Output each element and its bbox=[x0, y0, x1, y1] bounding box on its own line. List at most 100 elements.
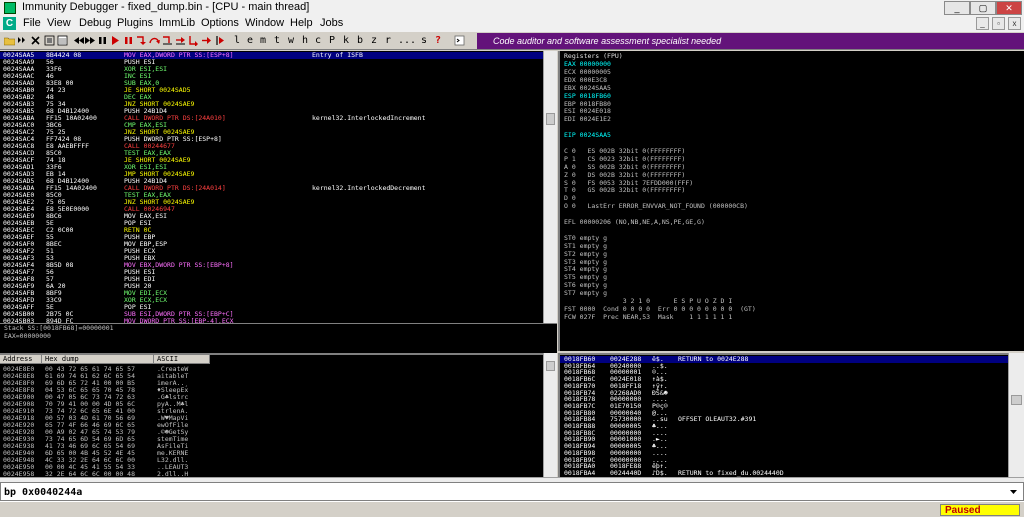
disasm-row[interactable]: 0024SAC0 3BC6 CMP EAX,ESI bbox=[0, 122, 543, 129]
disasm-row[interactable]: 0024SAA9 56 PUSH ESI bbox=[0, 59, 543, 66]
register-line[interactable]: C 0 ES 002B 32bit 0(FFFFFFFF) bbox=[564, 148, 685, 155]
disasm-row[interactable]: 0024SAA5 8B4424 08 MOV EAX,DWORD PTR SS:[E… bbox=[0, 52, 543, 59]
register-line[interactable]: FCW 027F Prec NEAR,53 Mask 1 1 1 1 1 1 bbox=[564, 314, 732, 321]
dump-scrollbar[interactable] bbox=[543, 353, 557, 477]
disasm-row[interactable]: 0024SAE0 85C0 TEST EAX,EAX bbox=[0, 192, 543, 199]
restart-icon[interactable] bbox=[17, 35, 28, 46]
register-line[interactable]: EBP 0018FB80 bbox=[564, 100, 611, 107]
register-line[interactable]: EDI 0024E1E2 bbox=[564, 116, 611, 123]
register-line[interactable]: T 0 GS 002B 32bit 0(FFFFFFFF) bbox=[564, 187, 685, 194]
registers-pane[interactable]: Registers (FPU) EAX 00000000 ECX 00000005… bbox=[558, 51, 1024, 351]
disasm-row[interactable]: 0024SAE4 E8 5E0E0000 CALL 00246947 bbox=[0, 206, 543, 213]
register-line[interactable]: A 0 SS 002B 32bit 0(FFFFFFFF) bbox=[564, 163, 685, 170]
chevron-down-icon[interactable] bbox=[1009, 488, 1018, 497]
register-line[interactable]: Z 0 DS 002B 32bit 0(FFFFFFFF) bbox=[564, 171, 685, 178]
register-line[interactable]: ST6 empty g bbox=[564, 282, 607, 289]
disasm-row[interactable]: 0024SAB0 74 23 JE SHORT 0024SAD5 bbox=[0, 87, 543, 94]
disassembly-pane[interactable]: 0024SAA5 8B4424 08 MOV EAX,DWORD PTR SS:[E… bbox=[0, 51, 543, 323]
disasm-row[interactable]: 0024SB00 2B75 0C SUB ESI,DWORD PTR SS:[EBP… bbox=[0, 311, 543, 318]
toolbar-callstack-button[interactable]: k bbox=[341, 34, 351, 48]
command-input[interactable] bbox=[4, 485, 999, 499]
toolbar-references-button[interactable]: r bbox=[383, 34, 393, 48]
disasm-row[interactable]: 0024SAC2 75 25 JNZ SHORT 0024SAE9 bbox=[0, 129, 543, 136]
register-line[interactable]: EBX 0024SAA5 bbox=[564, 84, 611, 91]
register-line[interactable]: D 0 bbox=[564, 195, 576, 202]
register-line[interactable]: FST 0000 Cond 0 0 0 0 Err 0 0 0 0 0 0 0 … bbox=[564, 306, 756, 313]
toolbar-modules-button[interactable]: e bbox=[245, 34, 255, 48]
mdi-close-button[interactable]: x bbox=[1008, 17, 1021, 30]
stack-scrollbar[interactable] bbox=[1008, 353, 1024, 477]
register-line[interactable]: ST1 empty g bbox=[564, 242, 607, 249]
register-line[interactable]: O 0 LastErr ERROR_ENVVAR_NOT_FOUND (0000… bbox=[564, 203, 748, 210]
toolbar-threads-button[interactable]: t bbox=[272, 34, 282, 48]
cpu-window-icon[interactable]: C bbox=[3, 17, 16, 30]
toolbar-breakpoints-button[interactable]: b bbox=[355, 34, 365, 48]
register-line[interactable]: ST2 empty g bbox=[564, 250, 607, 257]
disasm-row[interactable]: 0024SAF8 57 PUSH EDI bbox=[0, 276, 543, 283]
hex-dump-pane[interactable]: Address Hex dump ASCII 0024E8E0 00 43 72 … bbox=[0, 353, 543, 477]
register-line[interactable]: ECX 00000005 bbox=[564, 69, 611, 76]
menu-view[interactable]: View bbox=[47, 17, 71, 29]
disasm-row[interactable]: 0024SAF3 53 PUSH EBX bbox=[0, 255, 543, 262]
register-line[interactable]: ST4 empty g bbox=[564, 266, 607, 273]
disasm-row[interactable]: 0024SAEC C2 0C00 RETN 0C bbox=[0, 227, 543, 234]
menu-immlib[interactable]: ImmLib bbox=[159, 17, 195, 29]
register-line[interactable]: 3 2 1 0 E S P U O Z D I bbox=[564, 298, 733, 305]
dump-scroll-thumb[interactable] bbox=[546, 361, 555, 371]
animate-icon[interactable] bbox=[175, 35, 186, 46]
open-folder-icon[interactable] bbox=[4, 35, 15, 46]
stack-row[interactable]: 0018FBA4 0024440D ♪D$. RETURN to fixed_du.0… bbox=[560, 470, 1008, 477]
trace-till-icon[interactable] bbox=[214, 35, 225, 46]
register-line[interactable]: EAX 00000000 bbox=[564, 61, 611, 68]
disasm-row[interactable]: 0024SAF2 51 PUSH ECX bbox=[0, 248, 543, 255]
window-list-icon[interactable] bbox=[57, 35, 68, 46]
disasm-row[interactable]: 0024SAE9 8BC6 MOV EAX,ESI bbox=[0, 213, 543, 220]
disasm-row[interactable]: 0024SAFB 8BF9 MOV EDI,ECX bbox=[0, 290, 543, 297]
execute-till-return-icon[interactable] bbox=[188, 35, 199, 46]
stack-scroll-thumb[interactable] bbox=[1011, 395, 1022, 405]
menu-plugins[interactable]: Plugins bbox=[117, 17, 153, 29]
step-into-icon[interactable] bbox=[136, 35, 147, 46]
toolbar-windows-button[interactable]: w bbox=[286, 34, 296, 48]
dump-header-ascii[interactable]: ASCII bbox=[154, 355, 210, 364]
disasm-row[interactable]: 0024SAF7 56 PUSH ESI bbox=[0, 269, 543, 276]
dump-header-hex[interactable]: Hex dump bbox=[42, 355, 154, 364]
disasm-row[interactable]: 0024SAB2 48 DEC EAX bbox=[0, 94, 543, 101]
register-line[interactable]: P 1 CS 0023 32bit 0(FFFFFFFF) bbox=[564, 156, 685, 163]
toolbar-source-button[interactable]: s bbox=[419, 34, 429, 48]
step-over-icon[interactable] bbox=[149, 35, 160, 46]
toolbar-cpu-button[interactable]: c bbox=[313, 34, 323, 48]
disasm-row[interactable]: 0024SAF4 8B5D 08 MOV EBX,DWORD PTR SS:[EBP… bbox=[0, 262, 543, 269]
menu-options[interactable]: Options bbox=[201, 17, 239, 29]
maximize-button[interactable]: ▢ bbox=[970, 1, 996, 15]
close-program-icon[interactable] bbox=[30, 35, 41, 46]
rewind-icon[interactable] bbox=[73, 35, 84, 46]
disasm-row[interactable]: 0024SAAD 83E8 00 SUB EAX,0 bbox=[0, 80, 543, 87]
run-icon[interactable] bbox=[110, 35, 121, 46]
disasm-row[interactable]: 0024SABA FF15 10A02400 CALL DWORD PTR DS:[… bbox=[0, 115, 543, 122]
register-line[interactable]: EDX 000E3C8 bbox=[564, 77, 607, 84]
stack-pane[interactable]: 0018FB60 0024E288 ê$. RETURN to 0024E288 001… bbox=[558, 353, 1008, 477]
mdi-restore-button[interactable]: ▫ bbox=[992, 17, 1005, 30]
menu-window[interactable]: Window bbox=[245, 17, 284, 29]
disassembly-scrollbar[interactable] bbox=[543, 51, 557, 323]
pause-icon[interactable] bbox=[97, 35, 108, 46]
disasm-row[interactable]: 0024SAD1 33F6 XOR ESI,ESI bbox=[0, 164, 543, 171]
disasm-row[interactable]: 0024SACD 85C0 TEST EAX,EAX bbox=[0, 150, 543, 157]
menu-jobs[interactable]: Jobs bbox=[320, 17, 343, 29]
dump-header-address[interactable]: Address bbox=[0, 355, 42, 364]
toolbar-help-button[interactable]: ? bbox=[433, 34, 443, 48]
disassembly-scroll-thumb[interactable] bbox=[546, 113, 555, 125]
toolbar-log-button[interactable]: l bbox=[232, 34, 242, 48]
minimize-button[interactable]: _ bbox=[944, 1, 970, 15]
trace-over-icon[interactable] bbox=[162, 35, 173, 46]
toolbar-handles-button[interactable]: h bbox=[300, 34, 310, 48]
register-line[interactable]: ESI 0024E018 bbox=[564, 108, 611, 115]
python-shell-icon[interactable] bbox=[454, 35, 465, 46]
disasm-row[interactable]: 0024SAEF 55 PUSH EBP bbox=[0, 234, 543, 241]
disasm-row[interactable]: 0024SAF0 8BEC MOV EBP,ESP bbox=[0, 241, 543, 248]
toolbar-runtrace-button[interactable]: ... bbox=[398, 34, 416, 48]
disasm-row[interactable]: 0024SAFD 33C9 XOR ECX,ECX bbox=[0, 297, 543, 304]
menu-file[interactable]: File bbox=[23, 17, 41, 29]
menu-debug[interactable]: Debug bbox=[79, 17, 111, 29]
